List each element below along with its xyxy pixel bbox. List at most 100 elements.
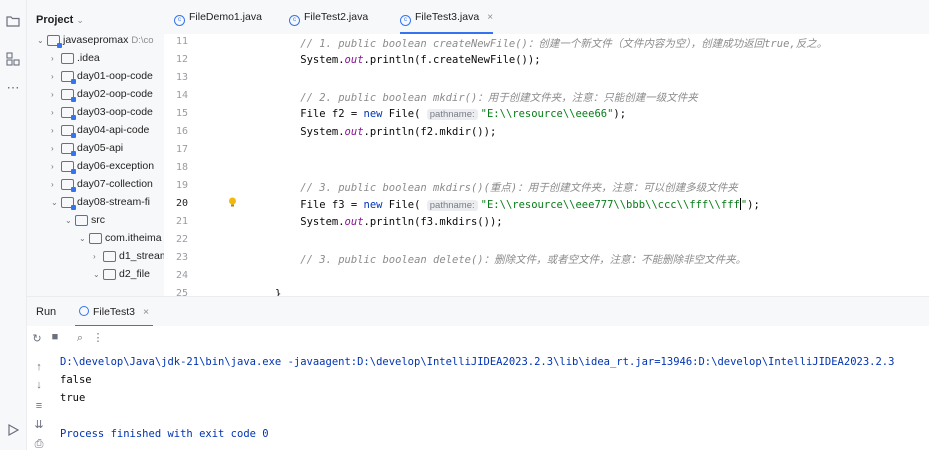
search-icon[interactable]: ⌕ <box>73 332 87 345</box>
line-number: 11 <box>175 36 188 47</box>
tree-item[interactable]: ⌄ com.itheima <box>79 229 162 247</box>
run-tool-icon[interactable] <box>4 421 22 439</box>
module-icon <box>61 70 76 84</box>
tab-filetest3[interactable]: c FileTest3.java × <box>400 0 494 34</box>
code-token: File f2 = <box>275 108 364 120</box>
code-token: File( <box>382 199 427 211</box>
run-toolbar: ↻ ■ ⌕ ⋮ <box>27 326 929 350</box>
tree-item[interactable]: ⌄ day08-stream-fi <box>51 193 150 211</box>
tree-item-label: day03-oop-code <box>77 106 153 118</box>
run-tab-filetest3[interactable]: FileTest3 × <box>75 297 154 327</box>
close-tab-icon[interactable]: × <box>487 12 493 23</box>
scroll-to-end-icon[interactable]: ⇊ <box>32 418 46 431</box>
more-icon[interactable]: ⋯ <box>4 79 22 97</box>
tree-item-label: day08-stream-fi <box>77 196 150 208</box>
tab-filetest2[interactable]: c FileTest2.java <box>289 0 368 34</box>
chevron-right-icon[interactable]: › <box>51 140 61 158</box>
code-editor[interactable]: 11 // 1. public boolean createNewFile()：… <box>164 34 929 296</box>
code-token: // 2. public boolean mkdir()：用于创建文件夹，注意：… <box>275 92 698 104</box>
chevron-down-icon[interactable]: ⌄ <box>93 266 103 284</box>
chevron-down-icon[interactable]: ⌄ <box>79 230 89 248</box>
tree-item[interactable]: › day05-api <box>51 139 123 157</box>
tree-item-label: day07-collection <box>77 178 153 190</box>
code-line[interactable]: System.out.println(f3.mkdirs()); <box>275 216 503 228</box>
tree-item-label: day04-api-code <box>77 124 150 136</box>
module-icon <box>61 106 76 120</box>
chevron-down-icon[interactable]: ⌄ <box>37 32 47 50</box>
lightbulb-icon[interactable] <box>228 197 237 207</box>
code-line[interactable]: // 3. public boolean delete()：删除文件，或者空文件… <box>275 252 746 267</box>
chevron-right-icon[interactable]: › <box>51 122 61 140</box>
chevron-right-icon[interactable]: › <box>93 248 103 266</box>
more-options-icon[interactable]: ⋮ <box>91 331 105 344</box>
folder-icon[interactable] <box>4 12 22 30</box>
parameter-hint: pathname: <box>426 109 478 120</box>
line-number: 23 <box>175 252 188 263</box>
tree-item-label: src <box>91 214 105 226</box>
code-line[interactable]: File f2 = new File( pathname: "E:\\resour… <box>275 108 626 120</box>
chevron-down-icon: ⌄ <box>76 15 84 25</box>
chevron-right-icon[interactable]: › <box>51 176 61 194</box>
chevron-down-icon[interactable]: ⌄ <box>51 194 61 212</box>
code-line[interactable]: // 2. public boolean mkdir()：用于创建文件夹，注意：… <box>275 90 698 105</box>
console-line: D:\develop\Java\jdk-21\bin\java.exe -jav… <box>60 356 895 368</box>
code-line[interactable]: // 1. public boolean createNewFile()：创建一… <box>275 36 827 51</box>
tab-filedemo1[interactable]: c FileDemo1.java <box>174 0 262 34</box>
console-line: false <box>60 374 92 386</box>
chevron-right-icon[interactable]: › <box>51 86 61 104</box>
structure-icon[interactable] <box>4 50 22 68</box>
tree-item[interactable]: › day04-api-code <box>51 121 149 139</box>
java-class-icon: c <box>289 15 300 26</box>
line-number: 17 <box>175 144 188 155</box>
rerun-icon[interactable]: ↻ <box>30 332 44 345</box>
tree-item-label: day02-oop-code <box>77 88 153 100</box>
chevron-right-icon[interactable]: › <box>51 50 61 68</box>
java-class-icon: c <box>400 15 411 26</box>
code-token: new <box>363 199 383 211</box>
project-panel-title[interactable]: Project ⌄ <box>36 14 84 26</box>
code-token: new <box>363 108 383 120</box>
tree-item[interactable]: › d1_stream <box>93 247 164 265</box>
tree-item[interactable]: › day01-oop-code <box>51 67 153 85</box>
arrow-down-icon[interactable]: ↓ <box>32 379 46 391</box>
tree-item-label: day05-api <box>77 142 124 154</box>
arrow-up-icon[interactable]: ↑ <box>32 361 46 373</box>
code-token: // 3. public boolean mkdirs()(重点)：用于创建文件… <box>275 182 738 194</box>
code-token: System. <box>275 54 345 66</box>
tree-item-label: d1_stream <box>119 250 164 262</box>
code-token: File f3 = <box>275 199 364 211</box>
code-line[interactable]: System.out.println(f2.mkdir()); <box>275 126 496 138</box>
tree-item[interactable]: › day02-oop-code <box>51 85 153 103</box>
chevron-down-icon[interactable]: ⌄ <box>65 212 75 230</box>
code-line[interactable]: // 3. public boolean mkdirs()(重点)：用于创建文件… <box>275 180 738 195</box>
code-token: .println(f3.mkdirs()); <box>363 216 503 228</box>
tree-item[interactable]: › day07-collection <box>51 175 153 193</box>
close-run-tab-icon[interactable]: × <box>143 306 149 318</box>
code-line[interactable]: System.out.println(f.createNewFile()); <box>275 54 541 66</box>
module-icon <box>61 160 76 174</box>
module-icon <box>61 178 76 192</box>
module-icon <box>47 34 62 48</box>
chevron-right-icon[interactable]: › <box>51 68 61 86</box>
chevron-right-icon[interactable]: › <box>51 104 61 122</box>
chevron-right-icon[interactable]: › <box>51 158 61 176</box>
print-icon[interactable]: ⎙ <box>32 438 46 451</box>
folder-icon <box>61 52 74 64</box>
tree-item[interactable]: › .idea <box>51 49 100 67</box>
tree-item[interactable]: ⌄ src <box>65 211 105 229</box>
project-panel: Project ⌄ ⌄ javasepromax D:\co › .idea › day01… <box>27 0 164 296</box>
folder-icon <box>75 214 88 226</box>
code-token: } <box>275 288 282 296</box>
tree-item[interactable]: ⌄ d2_file <box>93 265 150 283</box>
tree-item[interactable]: › day06-exception <box>51 157 154 175</box>
tree-item[interactable]: › day03-oop-code <box>51 103 153 121</box>
code-line[interactable]: File f3 = new File( pathname: "E:\\resour… <box>275 198 760 211</box>
code-token: .println(f.createNewFile()); <box>363 54 541 66</box>
tree-item[interactable]: ⌄ javasepromax D:\co <box>37 31 154 49</box>
tree-item-label: d2_file <box>119 268 150 280</box>
soft-wrap-icon[interactable]: ≡ <box>32 400 46 412</box>
code-line[interactable]: } <box>275 288 281 296</box>
stop-icon[interactable]: ■ <box>48 331 62 343</box>
console-output[interactable]: D:\develop\Java\jdk-21\bin\java.exe -jav… <box>60 350 929 450</box>
line-number: 24 <box>175 270 188 281</box>
